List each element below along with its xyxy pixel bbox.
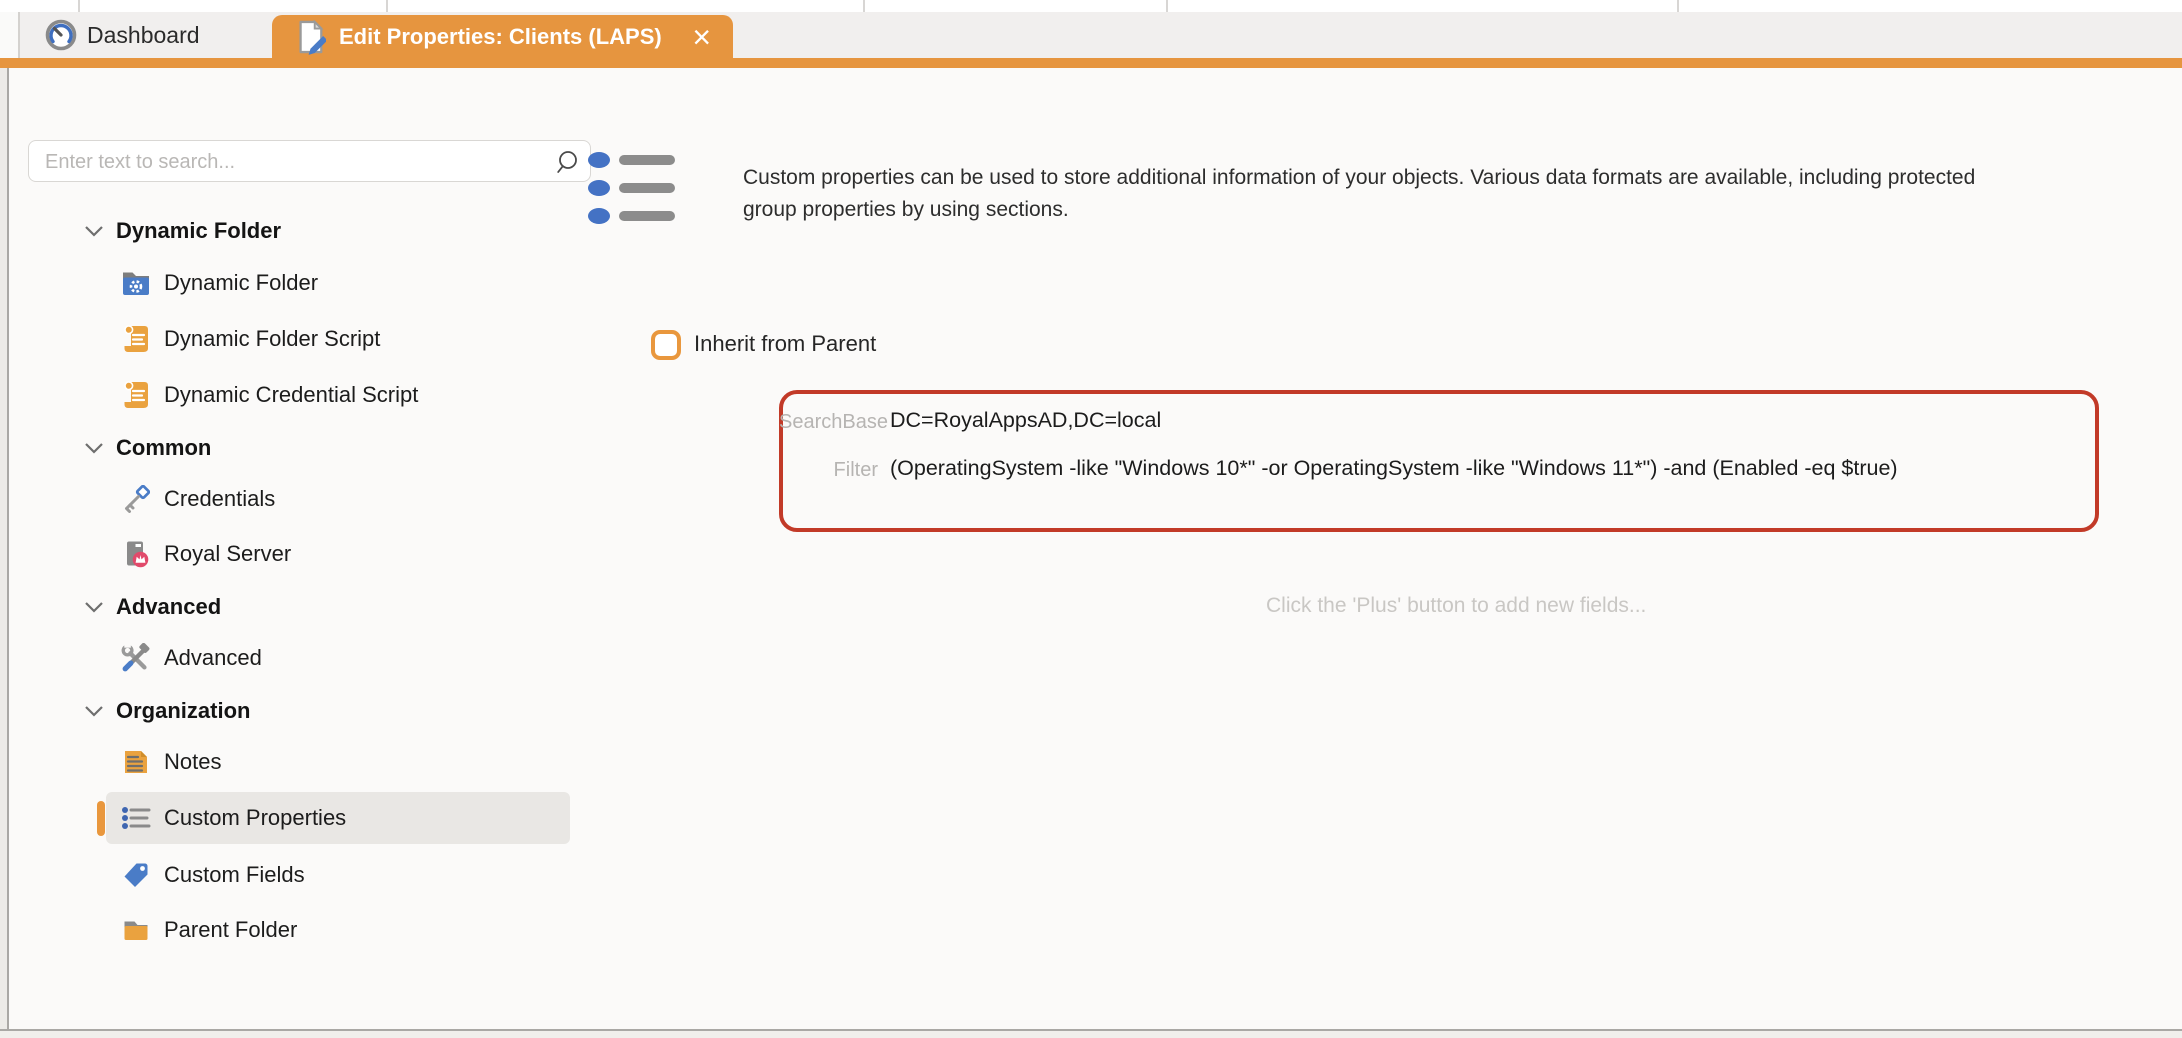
sidebar-item-parent-folder[interactable]: Parent Folder bbox=[120, 908, 297, 952]
item-label: Credentials bbox=[164, 486, 275, 512]
ribbon-separator bbox=[386, 0, 388, 12]
inherit-from-parent-label: Inherit from Parent bbox=[694, 331, 876, 357]
ribbon-separator bbox=[1166, 0, 1168, 12]
list-icon bbox=[120, 805, 152, 831]
tools-icon bbox=[120, 643, 152, 673]
tab-bar-left-pad bbox=[0, 12, 18, 58]
inherit-from-parent-checkbox[interactable] bbox=[651, 330, 681, 360]
sidebar-group-organization[interactable]: Organization bbox=[84, 689, 250, 733]
window-top-strip bbox=[0, 0, 2182, 12]
item-label: Custom Fields bbox=[164, 862, 305, 888]
sidebar-item-custom-fields[interactable]: Custom Fields bbox=[120, 853, 305, 897]
tab-dashboard-label: Dashboard bbox=[87, 22, 200, 49]
ribbon-separator bbox=[1677, 0, 1679, 12]
group-label: Dynamic Folder bbox=[116, 218, 281, 244]
document-pencil-icon bbox=[294, 19, 326, 55]
group-label: Advanced bbox=[116, 594, 221, 620]
edit-properties-window: Dashboard Edit Properties: Clients (LAPS… bbox=[0, 0, 2182, 1038]
dynamic-folder-icon bbox=[120, 269, 152, 297]
field-name-searchbase: SearchBase bbox=[779, 411, 878, 434]
sidebar-item-advanced[interactable]: Advanced bbox=[120, 636, 262, 680]
item-label: Dynamic Folder Script bbox=[164, 326, 380, 352]
custom-properties-info-icon bbox=[588, 152, 675, 236]
key-icon bbox=[120, 485, 152, 513]
sidebar-item-royal-server[interactable]: Royal Server bbox=[120, 532, 291, 576]
tab-dashboard[interactable]: Dashboard bbox=[22, 12, 222, 58]
item-label: Parent Folder bbox=[164, 917, 297, 943]
selected-item-accent-bar bbox=[97, 801, 105, 836]
royal-server-icon bbox=[120, 539, 152, 569]
script-icon bbox=[120, 324, 152, 354]
sidebar-item-notes[interactable]: Notes bbox=[120, 740, 221, 784]
window-left-edge bbox=[7, 68, 9, 1029]
window-left-border bbox=[18, 12, 20, 58]
chevron-down-icon bbox=[84, 442, 104, 454]
chevron-down-icon bbox=[84, 225, 104, 237]
script-icon bbox=[120, 380, 152, 410]
window-bottom-gutter bbox=[0, 1031, 2182, 1038]
sidebar-search-box bbox=[28, 140, 591, 182]
sidebar-item-dynamic-folder-script[interactable]: Dynamic Folder Script bbox=[120, 317, 380, 361]
folder-icon bbox=[120, 917, 152, 943]
description-line1: Custom properties can be used to store a… bbox=[743, 166, 1975, 190]
field-value-filter[interactable]: (OperatingSystem -like "Windows 10*" -or… bbox=[890, 456, 1898, 481]
field-name-filter: Filter bbox=[779, 459, 878, 482]
sidebar-group-advanced[interactable]: Advanced bbox=[84, 585, 221, 629]
chevron-down-icon bbox=[84, 601, 104, 613]
chevron-down-icon bbox=[84, 705, 104, 717]
ribbon-separator bbox=[863, 0, 865, 12]
group-label: Organization bbox=[116, 698, 250, 724]
sidebar-item-dynamic-credential-script[interactable]: Dynamic Credential Script bbox=[120, 373, 418, 417]
item-label: Royal Server bbox=[164, 541, 291, 567]
tag-icon bbox=[120, 861, 152, 889]
search-icon[interactable] bbox=[554, 149, 580, 180]
active-tab-underline bbox=[0, 58, 2182, 68]
item-label: Custom Properties bbox=[164, 805, 346, 831]
sidebar-item-dynamic-folder[interactable]: Dynamic Folder bbox=[120, 261, 318, 305]
item-label: Dynamic Folder bbox=[164, 270, 318, 296]
item-label: Advanced bbox=[164, 645, 262, 671]
gauge-icon bbox=[44, 18, 78, 52]
item-label: Dynamic Credential Script bbox=[164, 382, 418, 408]
sidebar-item-custom-properties[interactable]: Custom Properties bbox=[120, 796, 346, 840]
close-icon[interactable]: × bbox=[692, 22, 711, 52]
field-value-searchbase[interactable]: DC=RoyalAppsAD,DC=local bbox=[890, 408, 1161, 433]
sidebar-group-common[interactable]: Common bbox=[84, 426, 211, 470]
description-line2: group properties by using sections. bbox=[743, 198, 1069, 222]
add-fields-hint: Click the 'Plus' button to add new field… bbox=[1266, 594, 1646, 618]
ribbon-separator bbox=[78, 0, 80, 12]
notes-icon bbox=[120, 748, 152, 776]
search-input[interactable] bbox=[43, 146, 547, 178]
sidebar-group-dynamic-folder[interactable]: Dynamic Folder bbox=[84, 209, 281, 253]
item-label: Notes bbox=[164, 749, 221, 775]
tab-edit-properties[interactable]: Edit Properties: Clients (LAPS) × bbox=[272, 15, 733, 58]
group-label: Common bbox=[116, 435, 211, 461]
tab-edit-properties-label: Edit Properties: Clients (LAPS) bbox=[339, 24, 662, 50]
window-left-gutter bbox=[0, 68, 7, 1029]
sidebar-item-credentials[interactable]: Credentials bbox=[120, 477, 275, 521]
